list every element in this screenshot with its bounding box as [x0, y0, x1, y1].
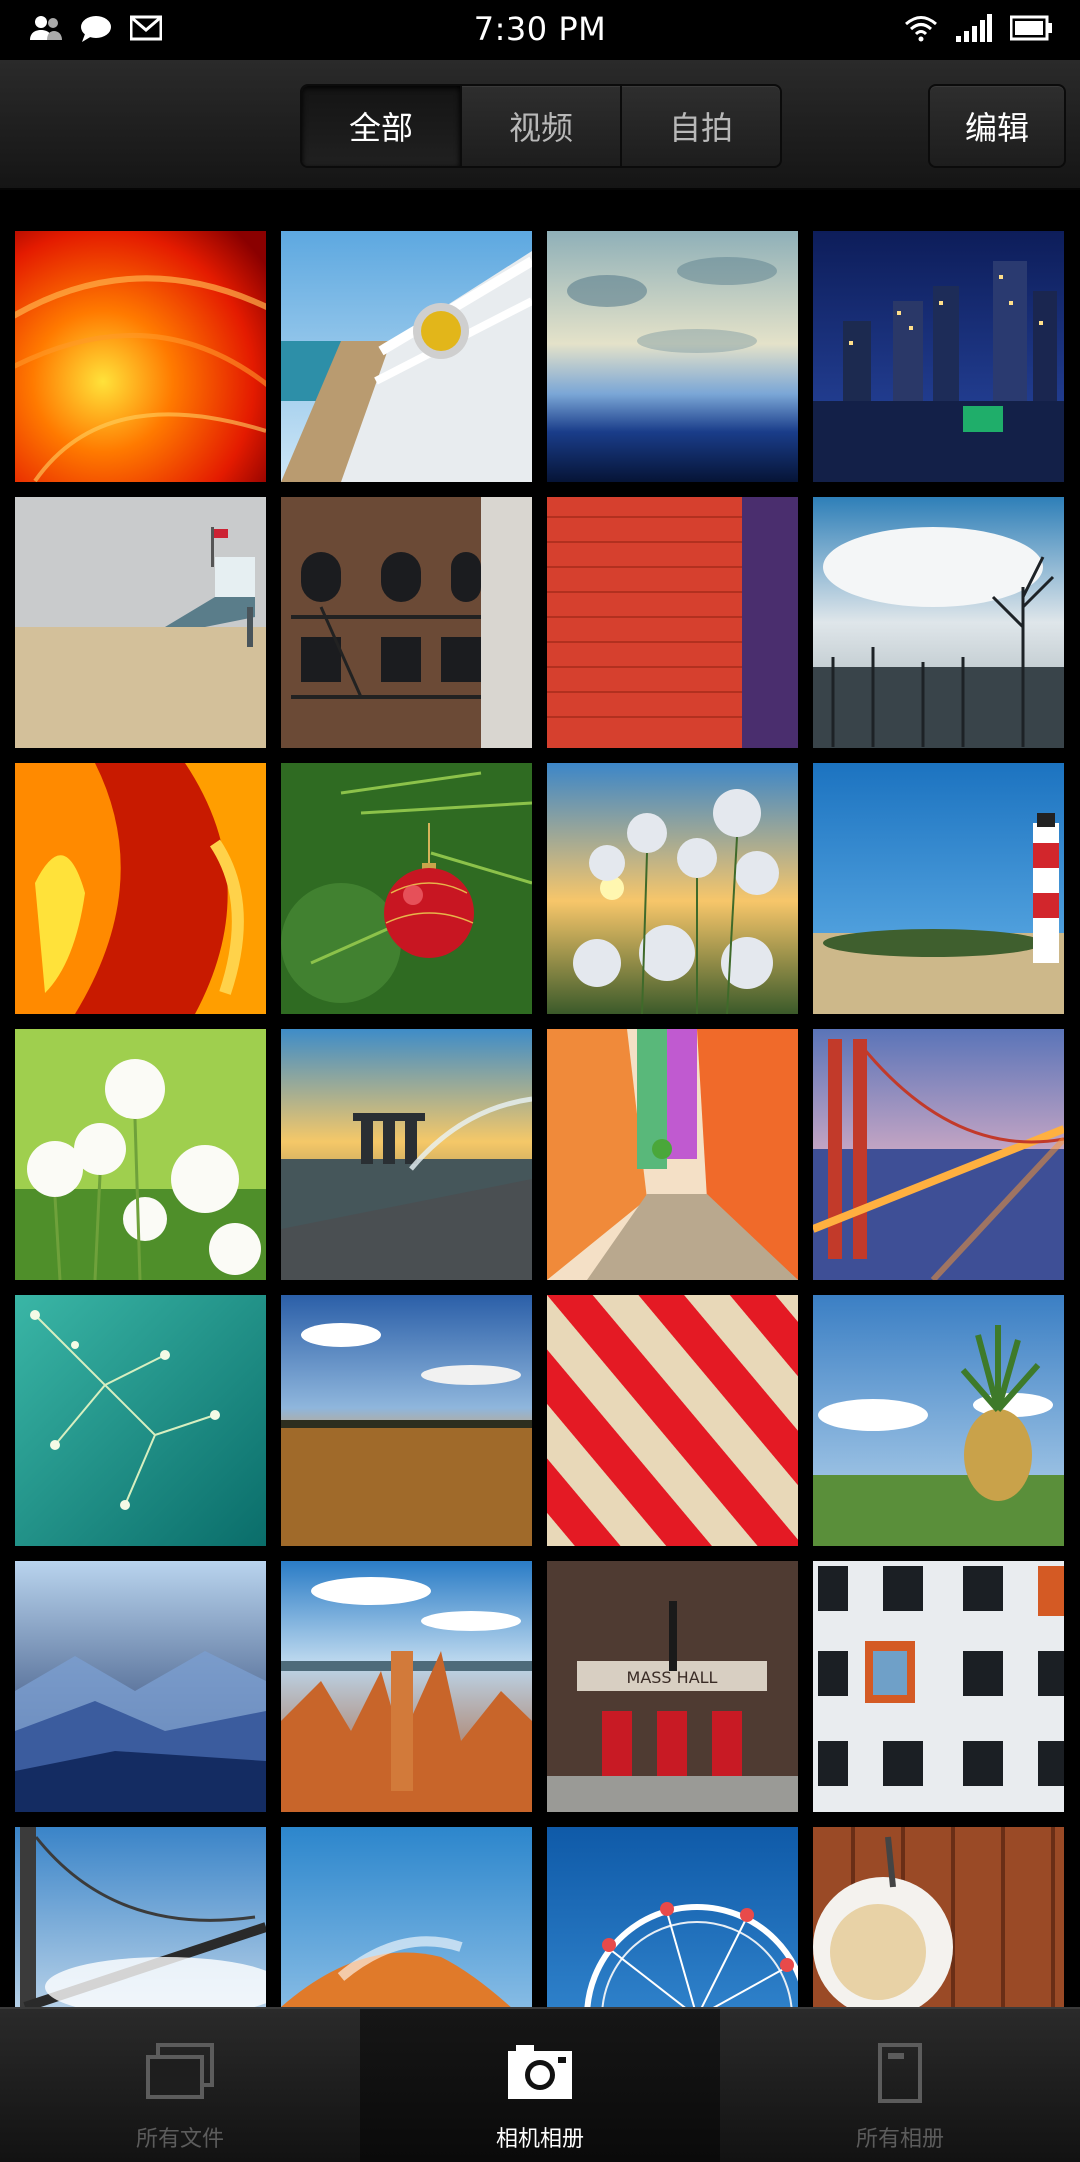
tab-videos[interactable]: 视频	[462, 86, 622, 166]
photo-ferris-wheel	[547, 1827, 798, 2007]
photo-thumbnail[interactable]	[281, 1295, 532, 1546]
photo-thumbnail[interactable]	[813, 1029, 1064, 1280]
photo-singapore-bay	[281, 1029, 532, 1280]
photo-abstract-red-swirl	[15, 231, 266, 482]
signal-icon	[956, 14, 992, 42]
photo-lighthouse	[813, 763, 1064, 1014]
photo-thumbnail[interactable]	[281, 1029, 532, 1280]
status-right-icons	[904, 14, 1052, 42]
photo-thumbnail[interactable]	[15, 1561, 266, 1812]
photo-christmas-ornament	[281, 763, 532, 1014]
photo-thumbnail[interactable]	[547, 497, 798, 748]
photo-thumbnail[interactable]	[281, 1561, 532, 1812]
photo-pier-railing	[281, 231, 532, 482]
photo-grid: MASS HALL	[15, 231, 1065, 2007]
photo-music-hall: MASS HALL	[547, 1561, 798, 1812]
photo-thumbnail[interactable]	[15, 497, 266, 748]
photo-orange-abstract	[15, 763, 266, 1014]
photo-blue-mountains	[15, 1561, 266, 1812]
photo-thumbnail[interactable]	[547, 1295, 798, 1546]
photo-canyon-hoodoos	[281, 1561, 532, 1812]
photo-thumbnail[interactable]	[15, 763, 266, 1014]
photo-earth-horizon	[547, 231, 798, 482]
battery-icon	[1010, 15, 1052, 41]
photo-thumbnail[interactable]	[281, 763, 532, 1014]
nav-label: 所有相册	[855, 2127, 944, 2152]
photo-thumbnail[interactable]	[813, 1561, 1064, 1812]
photo-thumbnail[interactable]	[813, 763, 1064, 1014]
photo-colorful-alley	[547, 1029, 798, 1280]
nav-label: 相机相册	[495, 2127, 584, 2152]
photo-dead-trees-sky	[813, 497, 1064, 748]
photo-bridge-fog	[15, 1827, 266, 2007]
tab-selfies[interactable]: 自拍	[622, 86, 780, 166]
photo-white-building-windows	[813, 1561, 1064, 1812]
nav-camera-album[interactable]: 相机相册	[360, 2009, 720, 2162]
photo-brick-building	[281, 497, 532, 748]
photo-thumbnail[interactable]	[15, 231, 266, 482]
photo-beach-lifeguard-tower	[15, 497, 266, 748]
photo-thumbnail[interactable]	[15, 1029, 266, 1280]
wifi-icon	[905, 16, 937, 42]
photo-thumbnail[interactable]	[281, 231, 532, 482]
photo-coffee-cup-wood	[813, 1827, 1064, 2007]
photo-city-night	[813, 231, 1064, 482]
edit-button[interactable]: 编辑	[928, 84, 1066, 168]
nav-label: 所有文件	[135, 2127, 224, 2152]
photo-thumbnail[interactable]	[547, 1029, 798, 1280]
photo-field-landscape	[281, 1295, 532, 1546]
photo-thumbnail[interactable]: MASS HALL	[547, 1561, 798, 1812]
photo-sand-dune	[281, 1827, 532, 2007]
files-stack-icon	[146, 2043, 214, 2099]
nav-all-albums[interactable]: 所有相册	[720, 2009, 1080, 2162]
photo-golden-gate-night	[813, 1029, 1064, 1280]
photo-thumbnail[interactable]	[547, 1827, 798, 2007]
camera-icon	[508, 2045, 572, 2099]
photo-pineapple-field	[813, 1295, 1064, 1546]
photo-thumbnail[interactable]	[281, 497, 532, 748]
photo-thumbnail[interactable]	[813, 1295, 1064, 1546]
tab-all[interactable]: 全部	[302, 86, 462, 166]
photo-cotton-grass-sunset	[547, 763, 798, 1014]
photo-dandelions	[15, 1029, 266, 1280]
photo-thumbnail[interactable]	[813, 497, 1064, 748]
photo-thumbnail[interactable]	[281, 1827, 532, 2007]
status-bar: 7:30 PM	[0, 0, 1080, 60]
photo-thumbnail[interactable]	[813, 231, 1064, 482]
bottom-navigation: 所有文件 相机相册 所有相册	[0, 2007, 1080, 2162]
photo-striped-planks	[547, 1295, 798, 1546]
photo-thumbnail[interactable]	[15, 1295, 266, 1546]
album-book-icon	[878, 2043, 922, 2103]
nav-all-files[interactable]: 所有文件	[0, 2009, 360, 2162]
photo-thumbnail[interactable]	[547, 763, 798, 1014]
photo-red-purple-wall	[547, 497, 798, 748]
photo-thumbnail[interactable]	[813, 1827, 1064, 2007]
filter-segmented-control: 全部 视频 自拍	[300, 84, 782, 168]
top-toolbar: 全部 视频 自拍 编辑	[0, 60, 1080, 188]
photo-dill-flower	[15, 1295, 266, 1546]
photo-thumbnail[interactable]	[547, 231, 798, 482]
photo-thumbnail[interactable]	[15, 1827, 266, 2007]
